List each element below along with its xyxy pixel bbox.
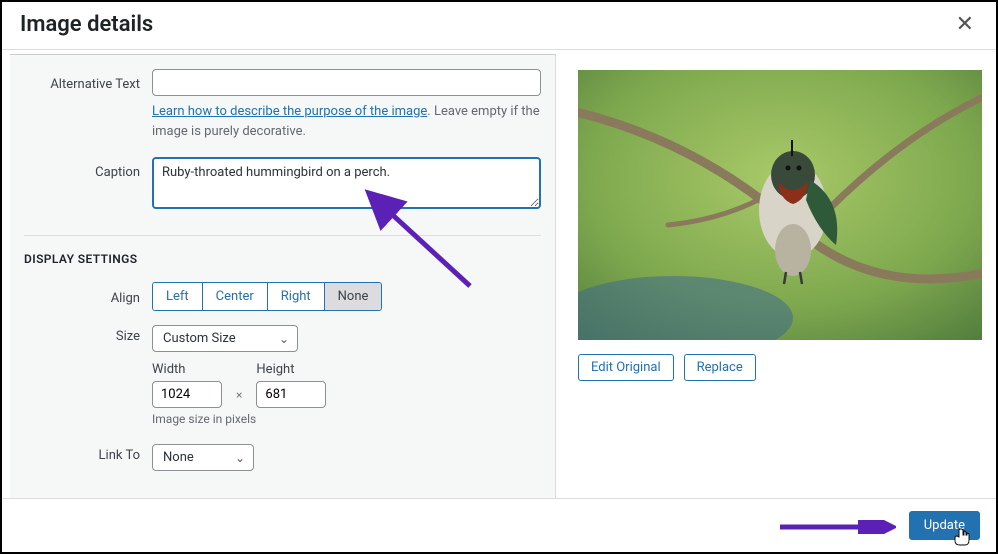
- modal-header: Image details ✕: [2, 2, 996, 50]
- alt-text-label: Alternative Text: [24, 69, 152, 141]
- align-option-right[interactable]: Right: [268, 283, 325, 310]
- alt-help-link[interactable]: Learn how to describe the purpose of the…: [152, 104, 427, 119]
- align-option-none[interactable]: None: [325, 283, 382, 310]
- settings-column: Alternative Text Learn how to describe t…: [10, 54, 556, 498]
- size-select-value: Custom Size: [163, 331, 236, 346]
- chevron-down-icon: ⌄: [279, 332, 289, 346]
- caption-label: Caption: [24, 157, 152, 213]
- modal-footer: Update: [2, 498, 996, 552]
- modal-body: Alternative Text Learn how to describe t…: [2, 50, 996, 498]
- align-option-left[interactable]: Left: [153, 283, 203, 310]
- size-select[interactable]: Custom Size ⌄: [152, 325, 298, 352]
- width-height-row: Width × Height: [152, 362, 541, 408]
- edit-original-button[interactable]: Edit Original: [578, 354, 674, 381]
- alt-text-row: Alternative Text Learn how to describe t…: [24, 69, 541, 141]
- preview-column: Edit Original Replace: [556, 50, 996, 498]
- hummingbird-image: [578, 70, 982, 340]
- align-row: Align LeftCenterRightNone: [24, 282, 541, 311]
- height-input[interactable]: [256, 381, 326, 408]
- linkto-select[interactable]: None ⌄: [152, 444, 254, 471]
- width-input[interactable]: [152, 381, 222, 408]
- align-option-center[interactable]: Center: [203, 283, 268, 310]
- image-preview: [578, 70, 982, 340]
- caption-input[interactable]: [152, 157, 541, 209]
- height-label: Height: [256, 362, 326, 377]
- align-button-group: LeftCenterRightNone: [152, 282, 382, 311]
- preview-actions: Edit Original Replace: [578, 354, 982, 381]
- replace-button[interactable]: Replace: [684, 354, 756, 381]
- dimensions-help: Image size in pixels: [152, 412, 541, 426]
- chevron-down-icon: ⌄: [235, 451, 245, 465]
- alt-text-help: Learn how to describe the purpose of the…: [152, 102, 541, 141]
- size-row: Size Custom Size ⌄: [24, 325, 541, 352]
- alt-text-input[interactable]: [152, 69, 541, 96]
- image-details-modal: Image details ✕ Alternative Text Learn h…: [0, 0, 998, 554]
- dimensions-row: Width × Height Image size in pixels: [24, 362, 541, 426]
- section-divider: [24, 235, 541, 236]
- display-settings-title: DISPLAY SETTINGS: [24, 252, 541, 266]
- linkto-label: Link To: [24, 444, 152, 471]
- update-button[interactable]: Update: [909, 511, 980, 540]
- modal-title: Image details: [20, 12, 153, 37]
- close-icon: ✕: [956, 12, 974, 37]
- wh-separator: ×: [236, 388, 242, 408]
- linkto-row: Link To None ⌄: [24, 444, 541, 471]
- size-label: Size: [24, 325, 152, 352]
- linkto-select-value: None: [163, 450, 194, 465]
- align-label: Align: [24, 287, 152, 306]
- close-button[interactable]: ✕: [952, 12, 978, 37]
- caption-row: Caption: [24, 157, 541, 213]
- width-label: Width: [152, 362, 222, 377]
